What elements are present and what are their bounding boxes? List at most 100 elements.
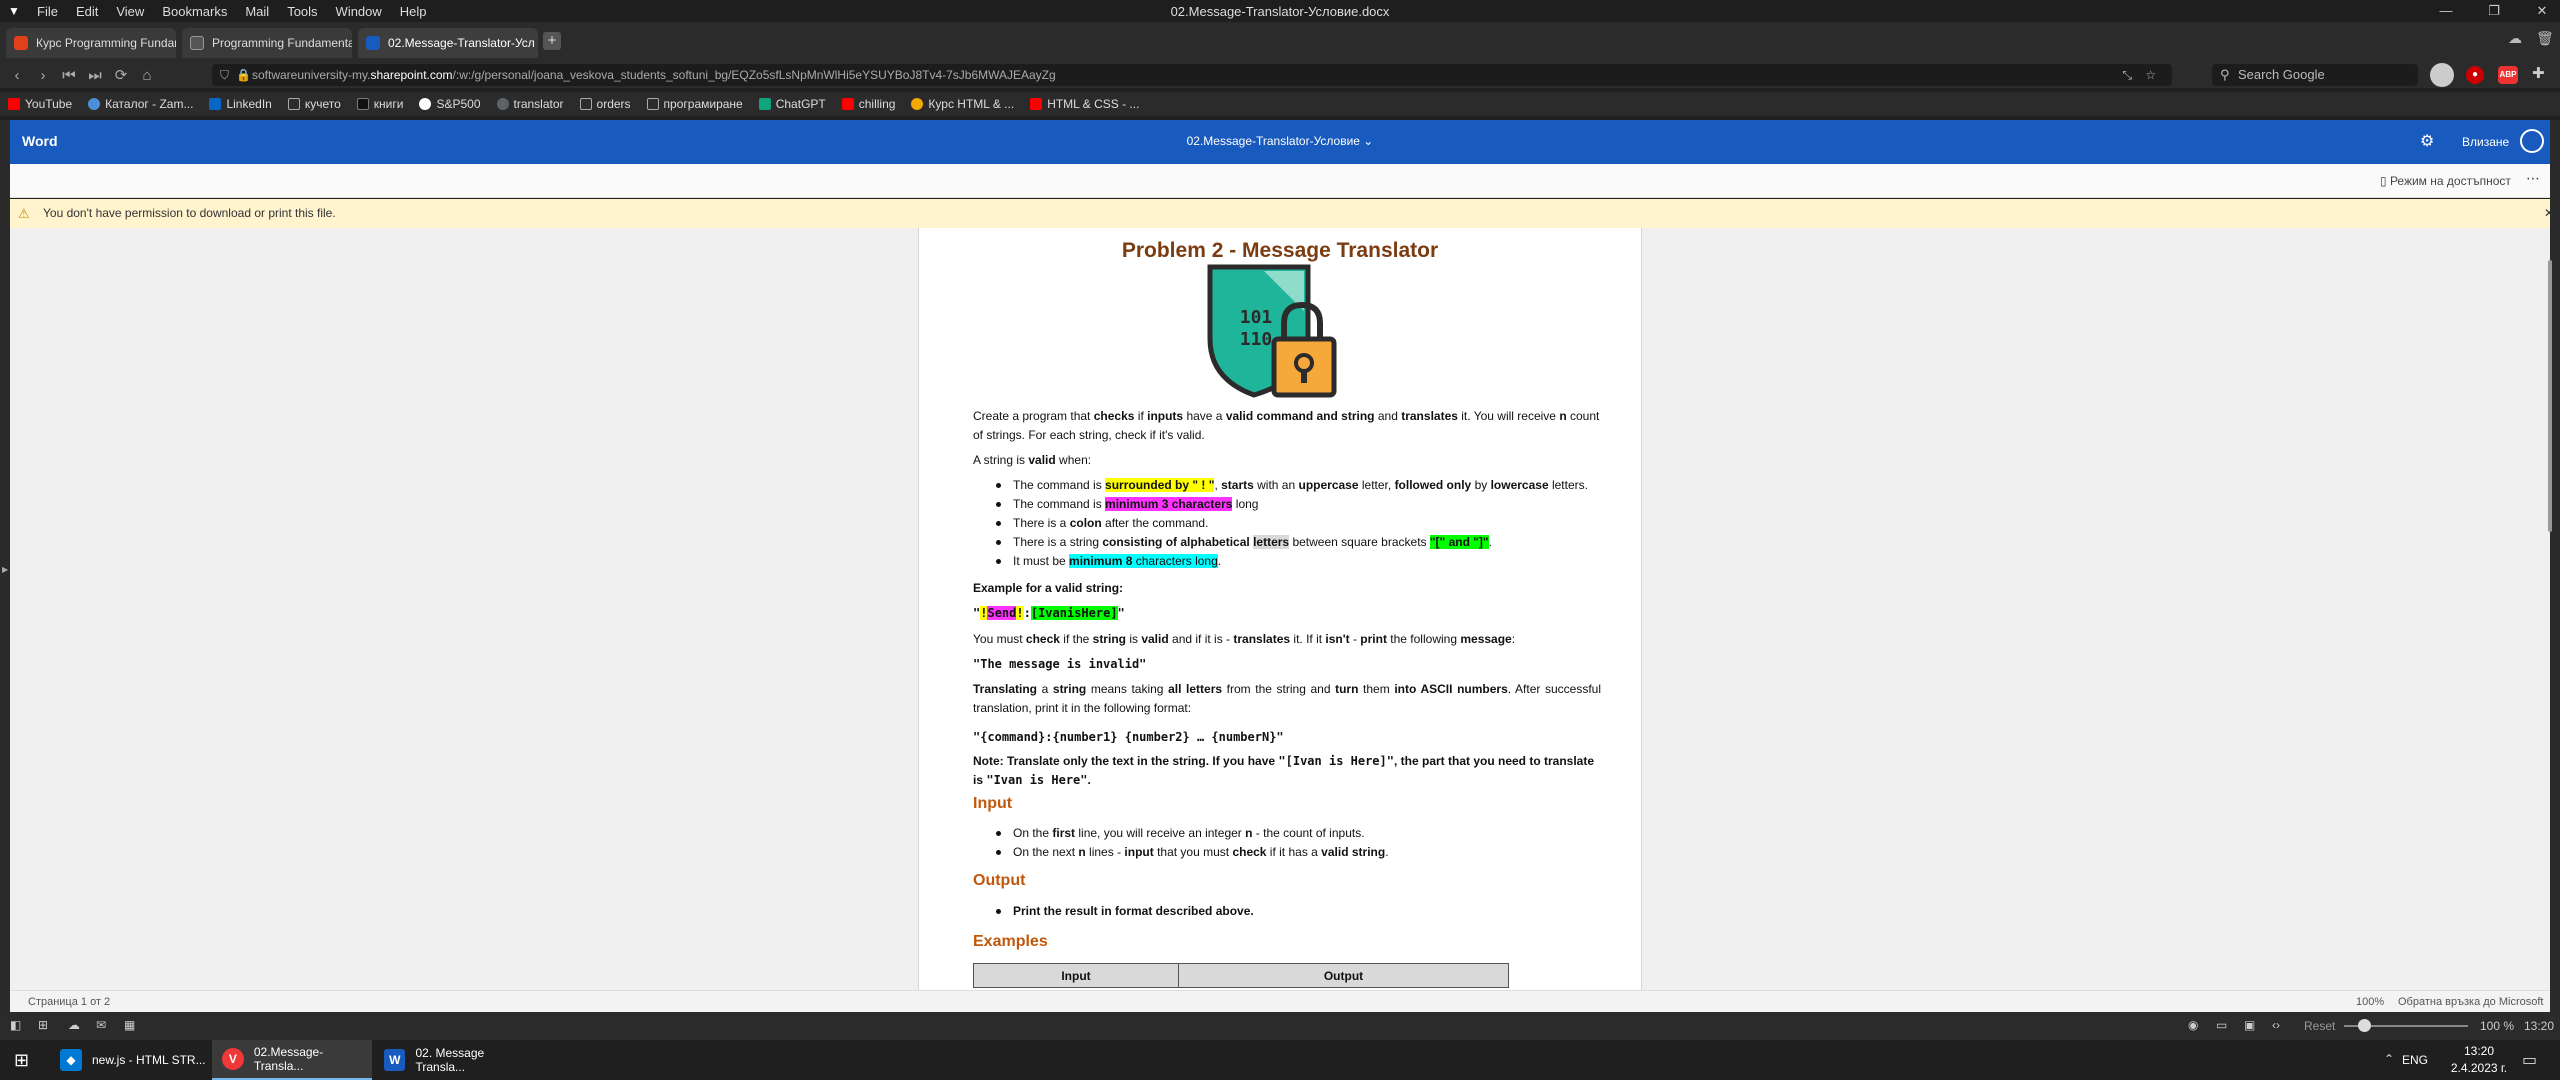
taskbar-date[interactable]: 2.4.2023 г. bbox=[2444, 1061, 2514, 1075]
extensions-puzzle-icon[interactable]: ✚ bbox=[2532, 64, 2545, 82]
bookmark-label: Каталог - Zam... bbox=[105, 97, 194, 111]
tab-course[interactable]: Курс Programming Fundam bbox=[6, 28, 176, 58]
text: first bbox=[1052, 826, 1076, 840]
taskbar-item-vivaldi[interactable]: V 02.Message-Transla... bbox=[212, 1040, 372, 1080]
taskbar-item-word[interactable]: W 02. Message Transla... bbox=[374, 1040, 534, 1080]
search-field[interactable]: ⚲ Search Google bbox=[2212, 64, 2418, 86]
restore-icon[interactable]: ❐ bbox=[2476, 0, 2512, 22]
text: is bbox=[1125, 632, 1142, 646]
text: the following bbox=[1386, 632, 1461, 646]
doc-title[interactable]: 02.Message-Translator-Условие ⌄ bbox=[10, 134, 2550, 148]
extension-icon[interactable]: ● bbox=[2466, 66, 2484, 84]
address-bar[interactable]: ⛉ 🔒 softwareuniversity-my.sharepoint.com… bbox=[212, 64, 2172, 86]
list-item: The command is minimum 3 characters long bbox=[996, 495, 1601, 514]
forward-icon[interactable]: › bbox=[30, 67, 56, 84]
feedback-link[interactable]: Обратна връзка до Microsoft bbox=[2398, 991, 2543, 1013]
text: if it has a bbox=[1266, 845, 1322, 859]
mail-icon[interactable]: ✉ bbox=[96, 1018, 106, 1032]
accessibility-label: Режим на достъпност bbox=[2389, 174, 2511, 188]
close-icon[interactable]: ✕ bbox=[2544, 199, 2554, 228]
calendar-icon[interactable]: ▦ bbox=[124, 1018, 135, 1032]
bookmark-youtube[interactable]: YouTube bbox=[8, 97, 72, 111]
cloud-icon[interactable]: ☁ bbox=[2508, 30, 2522, 47]
bookmark-chatgpt[interactable]: ChatGPT bbox=[758, 97, 826, 111]
info-bar: ⚠ You don't have permission to download … bbox=[10, 199, 2554, 228]
sync-cloud-icon[interactable]: ☁ bbox=[68, 1018, 80, 1032]
text: inputs bbox=[1147, 409, 1184, 423]
zoom-slider-handle[interactable] bbox=[2358, 1019, 2371, 1032]
tile-tabs-icon[interactable]: ⊞ bbox=[38, 1018, 48, 1032]
fast-forward-icon[interactable]: ⏭ bbox=[82, 67, 108, 84]
rewind-icon[interactable]: ⏮ bbox=[56, 67, 82, 84]
trash-icon[interactable]: 🗑 bbox=[2536, 30, 2554, 47]
settings-gear-icon[interactable]: ⚙ bbox=[2420, 131, 2434, 151]
taskbar-time[interactable]: 13:20 bbox=[2444, 1044, 2514, 1058]
taskbar-label: 02. Message Transla... bbox=[415, 1046, 485, 1074]
bookmark-sp500[interactable]: S&P500 bbox=[419, 97, 481, 111]
adblock-icon[interactable]: ABP bbox=[2498, 66, 2518, 84]
close-window-icon[interactable]: ✕ bbox=[2524, 0, 2560, 22]
new-tab-button[interactable]: + bbox=[543, 32, 561, 50]
bookmark-folder-orders[interactable]: orders bbox=[579, 97, 631, 111]
bookmark-translator[interactable]: translator bbox=[496, 97, 564, 111]
image-icon[interactable]: ▣ bbox=[2244, 1018, 2255, 1032]
minimize-icon[interactable]: — bbox=[2428, 0, 2464, 22]
text: it. If it bbox=[1290, 632, 1326, 646]
text: translates bbox=[1401, 409, 1458, 423]
windows-start-icon[interactable]: ⊞ bbox=[14, 1050, 29, 1071]
signin-link[interactable]: Влизане bbox=[2462, 135, 2509, 149]
menu-window[interactable]: Window bbox=[327, 4, 391, 19]
text: from the string and bbox=[1222, 682, 1336, 696]
bookmark-linkedin[interactable]: LinkedIn bbox=[209, 97, 272, 111]
bookmark-catalog[interactable]: Каталог - Zam... bbox=[88, 97, 193, 111]
panel-toggle-icon[interactable]: ▶ bbox=[2, 565, 8, 574]
more-options-icon[interactable]: ⋯ bbox=[2526, 170, 2540, 187]
profile-avatar[interactable] bbox=[2430, 63, 2454, 87]
notification-icon[interactable]: ▭ bbox=[2522, 1050, 2537, 1070]
bookmark-folder-programming[interactable]: програмиране bbox=[646, 97, 743, 111]
panel-toggle-icon[interactable]: ◧ bbox=[10, 1018, 21, 1032]
menu-help[interactable]: Help bbox=[391, 4, 436, 19]
bookmark-folder-dog[interactable]: кучето bbox=[287, 97, 341, 111]
accessibility-mode-button[interactable]: ▯ Режим на достъпност bbox=[2380, 174, 2511, 188]
bookmark-books[interactable]: книги bbox=[356, 97, 403, 111]
search-placeholder: Search Google bbox=[2238, 67, 2325, 82]
tab-word-doc[interactable]: 02.Message-Translator-Усл bbox=[358, 28, 538, 58]
softuni-icon bbox=[14, 36, 28, 50]
text: uppercase bbox=[1298, 478, 1359, 492]
window-icon[interactable]: ▭ bbox=[2216, 1018, 2227, 1032]
bookmark-icon[interactable]: ☆ bbox=[2145, 64, 2156, 86]
zoom-reset[interactable]: Reset bbox=[2304, 1019, 2335, 1033]
warning-icon: ⚠ bbox=[18, 206, 30, 221]
menu-bookmarks[interactable]: Bookmarks bbox=[153, 4, 236, 19]
chevron-up-icon[interactable]: ⌃ bbox=[2384, 1052, 2394, 1066]
text: - the count of inputs. bbox=[1252, 826, 1365, 840]
menu-file[interactable]: File bbox=[28, 4, 67, 19]
text: "[" and "]" bbox=[1429, 535, 1489, 549]
text: letters. bbox=[1548, 478, 1588, 492]
account-icon[interactable] bbox=[2520, 129, 2544, 153]
capture-icon[interactable]: ◉ bbox=[2188, 1018, 2198, 1032]
bookmark-html-course[interactable]: Курс HTML & ... bbox=[911, 97, 1014, 111]
menu-edit[interactable]: Edit bbox=[67, 4, 107, 19]
reload-icon[interactable]: ⟳ bbox=[108, 66, 134, 84]
back-icon[interactable]: ‹ bbox=[4, 67, 30, 84]
language-indicator[interactable]: ENG bbox=[2402, 1053, 2428, 1067]
taskbar-item-vscode[interactable]: ◆ new.js - HTML STR... bbox=[50, 1040, 210, 1080]
tab-fundamentals[interactable]: Programming Fundamenta bbox=[182, 28, 352, 58]
table-header-output: Output bbox=[1178, 963, 1509, 988]
bookmark-html-css[interactable]: HTML & CSS - ... bbox=[1030, 97, 1139, 111]
code-icon[interactable]: ‹› bbox=[2272, 1018, 2280, 1032]
vivaldi-menu-icon[interactable]: ▼ bbox=[0, 4, 28, 18]
invalid-message: "The message is invalid" bbox=[973, 657, 1147, 671]
taskbar-label: 02.Message-Transla... bbox=[253, 1045, 324, 1073]
menu-tools[interactable]: Tools bbox=[278, 4, 326, 19]
site-info-icon[interactable]: ⛉ bbox=[220, 64, 229, 86]
vertical-scrollbar[interactable] bbox=[2548, 260, 2552, 532]
reader-icon[interactable]: ⤡ bbox=[2122, 64, 2132, 86]
home-icon[interactable]: ⌂ bbox=[134, 67, 160, 84]
bookmark-chilling[interactable]: chilling bbox=[841, 97, 895, 111]
zoom-level[interactable]: 100% bbox=[2356, 991, 2384, 1013]
menu-mail[interactable]: Mail bbox=[236, 4, 278, 19]
menu-view[interactable]: View bbox=[107, 4, 153, 19]
